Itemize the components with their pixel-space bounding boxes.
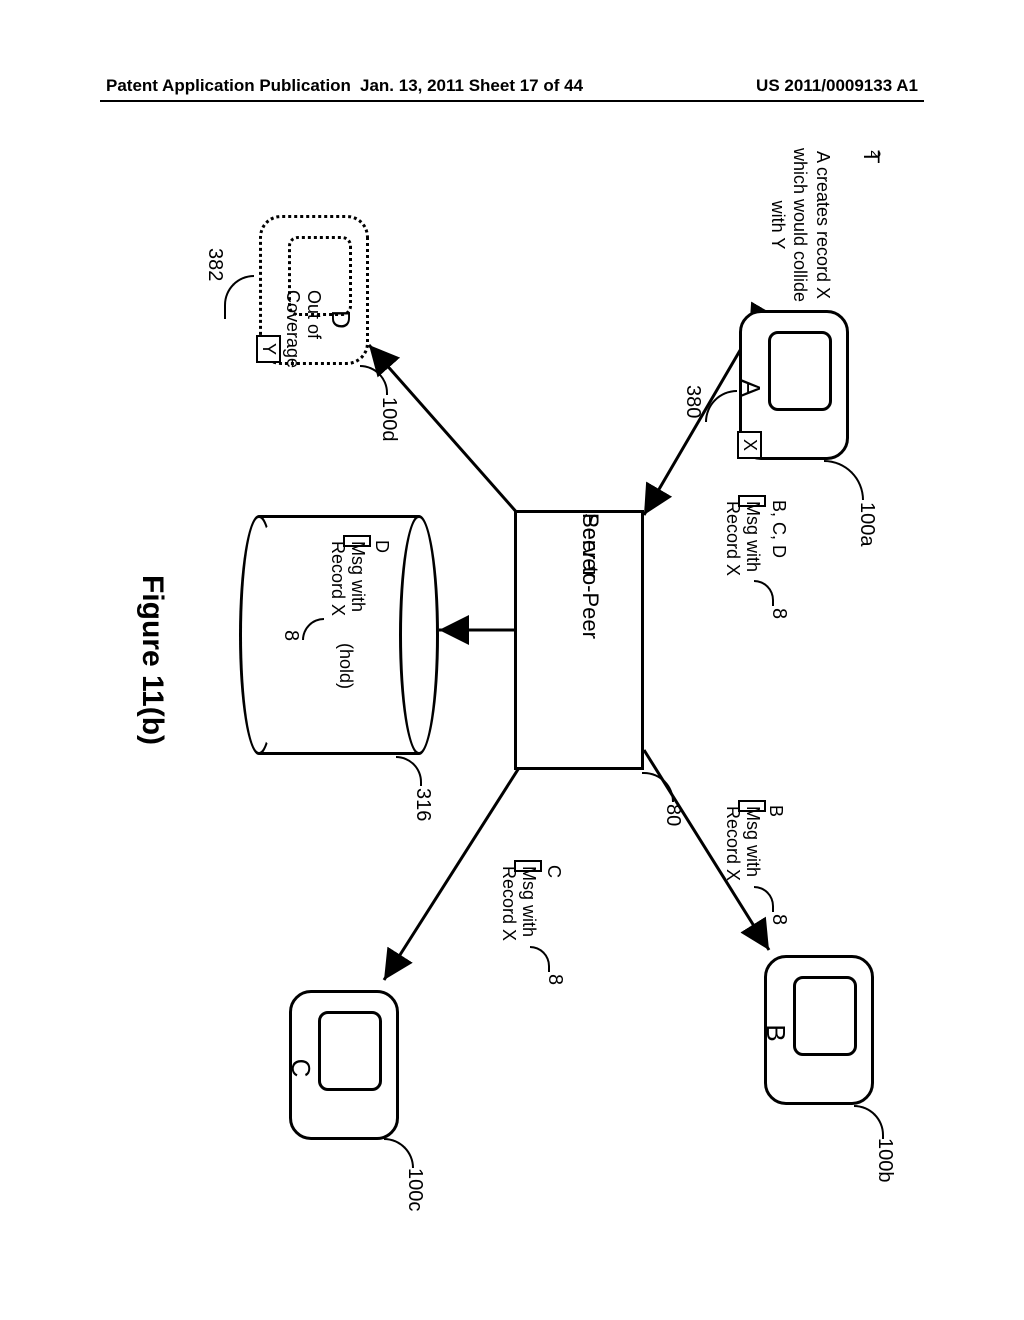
ref-100d: 100d: [377, 397, 400, 442]
header-right: US 2011/0009133 A1: [756, 76, 918, 96]
msg-b-priority: 8: [767, 914, 790, 925]
device-b: B: [764, 955, 874, 1105]
msg-from-a-l2: Record X: [722, 501, 742, 576]
msg-to-b-l1: Msg with: [742, 806, 762, 877]
ref-80: 80: [661, 804, 684, 826]
device-b-screen: [793, 976, 857, 1056]
msg-to-c-l2: Record X: [498, 866, 518, 941]
msg-from-a-l1: Msg with: [742, 501, 762, 572]
device-d-status2: Coverage: [282, 290, 303, 368]
msg-to-c: Msg with Record X: [514, 860, 542, 872]
msg-to-b: Msg with Record X: [738, 800, 766, 812]
header-mid: Jan. 13, 2011 Sheet 17 of 44: [360, 76, 583, 96]
msg-to-c-l1: Msg with: [518, 866, 538, 937]
msg-a-dest: B, C, D: [768, 500, 789, 558]
msg-to-b-l2: Record X: [722, 806, 742, 881]
ref-100c: 100c: [403, 1168, 426, 1211]
ref-316: 316: [411, 788, 434, 821]
msg-to-d-l1: Msg with: [347, 541, 367, 612]
device-d-status: Out of Coverage: [303, 215, 324, 365]
db-bottom-ellipse: [239, 515, 279, 755]
device-c-screen: [318, 1011, 382, 1091]
peer-server: Peer-to-Peer Server: [514, 510, 644, 770]
server-line2: Server: [577, 513, 603, 578]
header-rule: [100, 100, 924, 102]
device-c-label: C: [285, 993, 316, 1143]
ref-380: 380: [681, 385, 704, 418]
msg-c-priority: 8: [543, 974, 566, 985]
rotated-figure: T2 A creates record X which would collid…: [80, 120, 944, 1200]
msg-d-dest: D: [371, 540, 392, 553]
msg-from-a: Msg with Record X: [738, 495, 766, 507]
db-side-right: [259, 752, 419, 755]
db-top-ellipse: [399, 515, 439, 755]
figure-caption: Figure 11(b): [135, 120, 169, 1200]
msg-d-priority: 8: [279, 630, 302, 641]
msg-c-dest: C: [543, 865, 564, 878]
msg-b-dest: B: [765, 805, 786, 817]
device-d-record-box: Y: [256, 335, 281, 363]
ref-100a: 100a: [855, 502, 878, 547]
header-left: Patent Application Publication: [106, 76, 351, 96]
msg-to-d-l2: Record X: [327, 541, 347, 616]
timestep-sub: 2: [868, 150, 884, 158]
device-a-record-box: X: [737, 431, 762, 459]
db-side-left: [259, 515, 419, 518]
msg-d-hold: (hold): [335, 643, 356, 689]
device-c: C: [289, 990, 399, 1140]
ref-382: 382: [203, 248, 226, 281]
note-a-creates-x: A creates record X which would collide w…: [767, 140, 835, 310]
device-d-label: D: [325, 310, 356, 329]
msg-to-d: Msg with Record X: [343, 535, 371, 547]
device-b-label: B: [760, 958, 791, 1108]
device-a-screen: [768, 331, 832, 411]
msg-a-priority: 8: [767, 608, 790, 619]
page-header: Patent Application Publication Jan. 13, …: [0, 76, 1024, 96]
device-d-status1: Out of: [303, 290, 324, 339]
ref-100b: 100b: [873, 1138, 896, 1183]
figure-canvas: T2 A creates record X which would collid…: [80, 120, 944, 1200]
